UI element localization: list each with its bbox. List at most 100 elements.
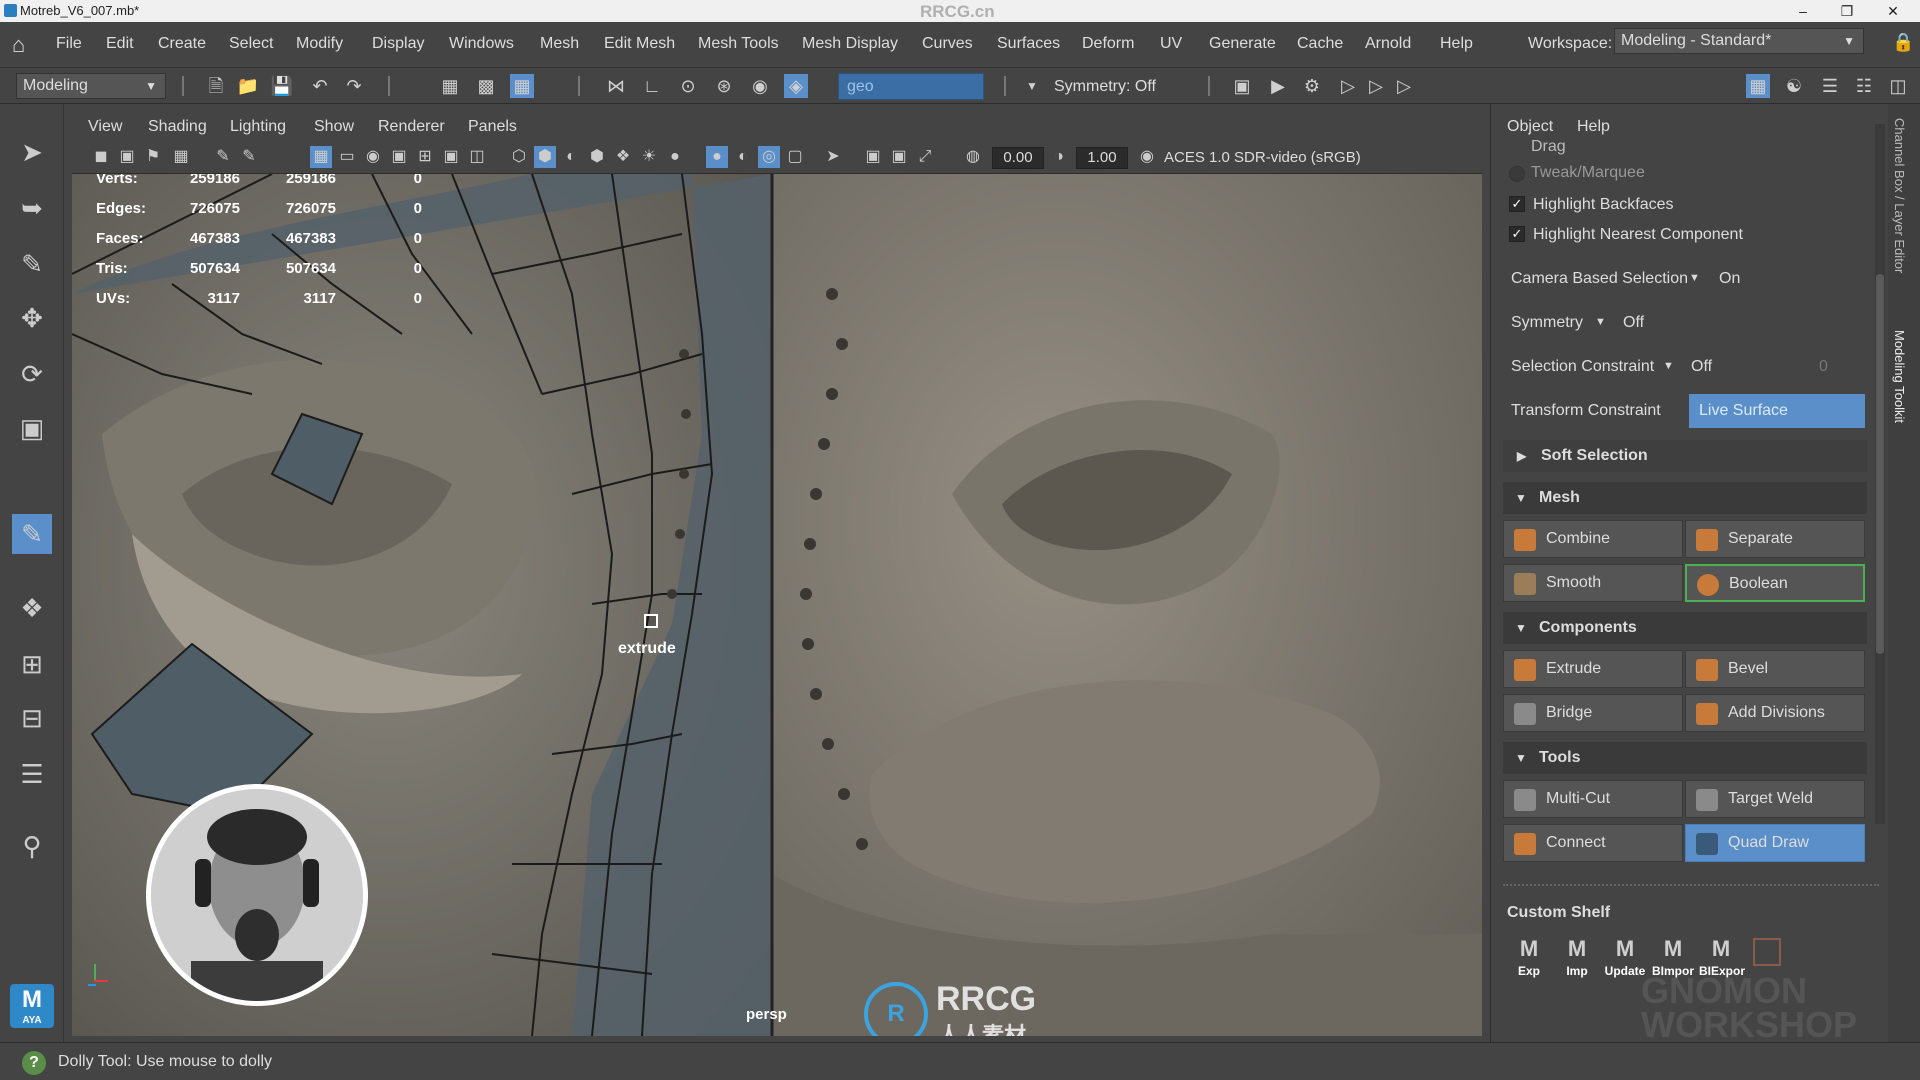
target-weld-button[interactable]: Target Weld bbox=[1685, 780, 1865, 818]
dolly-zoom-icon[interactable]: ⚲ bbox=[12, 826, 52, 866]
panel-menu-help[interactable]: Help bbox=[1577, 118, 1610, 136]
menu-file[interactable]: File bbox=[56, 35, 82, 53]
toggle-arrow-icon-3[interactable]: ▷ bbox=[1392, 74, 1416, 98]
toggle-arrow-icon-2[interactable]: ▷ bbox=[1364, 74, 1388, 98]
vp-menu-show[interactable]: Show bbox=[314, 118, 354, 136]
help-icon[interactable]: ? bbox=[22, 1051, 46, 1075]
marking-menu-hint[interactable]: extrude bbox=[618, 640, 676, 658]
chevron-down-icon[interactable]: ▼ bbox=[1689, 272, 1700, 284]
four-view-layout-icon[interactable]: ⊞ bbox=[12, 644, 52, 684]
input-line-field[interactable]: geo bbox=[838, 73, 984, 100]
save-scene-icon[interactable]: 💾 bbox=[270, 74, 294, 98]
resolution-gate-icon[interactable]: ◉ bbox=[362, 146, 384, 168]
restore-button[interactable]: ❐ bbox=[1830, 0, 1864, 22]
menu-cache[interactable]: Cache bbox=[1297, 35, 1343, 53]
gamma-icon[interactable]: ◑ bbox=[1048, 146, 1070, 168]
textured-icon[interactable]: ⬢ bbox=[586, 146, 608, 168]
snap-curve-icon[interactable]: ∟ bbox=[640, 74, 664, 98]
modeling-toolkit-tab[interactable]: Modeling Toolkit bbox=[1892, 330, 1907, 423]
drag-option[interactable]: Drag bbox=[1531, 138, 1566, 156]
highlight-backfaces-checkbox[interactable]: ✓ bbox=[1509, 196, 1525, 212]
snap-grid-icon[interactable]: ⋈ bbox=[604, 74, 628, 98]
select-tool-icon[interactable]: ➤ bbox=[12, 132, 52, 172]
scale-tool-icon[interactable]: ▣ bbox=[12, 408, 52, 448]
wireframe-icon[interactable]: ⬡ bbox=[508, 146, 530, 168]
bridge-button[interactable]: Bridge bbox=[1503, 694, 1683, 732]
two-view-layout-icon[interactable]: ⊟ bbox=[12, 698, 52, 738]
exposure-field[interactable]: 0.00 bbox=[992, 147, 1044, 169]
color-management-icon[interactable]: ◉ bbox=[1136, 146, 1158, 168]
frame-all-icon[interactable]: ⤢ bbox=[914, 146, 936, 168]
quad-draw-tool-icon[interactable]: ✎ bbox=[12, 514, 52, 554]
paint-select-icon[interactable]: ✎ bbox=[12, 244, 52, 284]
transform-constraint-dropdown[interactable]: Live Surface bbox=[1689, 394, 1865, 428]
chevron-down-icon[interactable]: ▼ bbox=[1663, 360, 1674, 372]
select-object-icon[interactable]: ▩ bbox=[474, 74, 498, 98]
symmetry-dropdown-icon[interactable]: ▼ bbox=[1020, 74, 1044, 98]
separate-button[interactable]: Separate bbox=[1685, 520, 1865, 558]
wireframe-on-shaded-icon[interactable]: ◐ bbox=[560, 146, 582, 168]
shelf-imp-button[interactable]: M Imp bbox=[1555, 936, 1599, 982]
vp-menu-lighting[interactable]: Lighting bbox=[230, 118, 286, 136]
extrude-button[interactable]: Extrude bbox=[1503, 650, 1683, 688]
safe-title-icon[interactable]: ◫ bbox=[466, 146, 488, 168]
components-section-header[interactable]: ▼ Components bbox=[1503, 612, 1867, 644]
isolate-select-icon[interactable]: ● bbox=[706, 146, 728, 168]
lasso-tool-icon[interactable]: ➥ bbox=[12, 188, 52, 228]
outliner-layout-icon[interactable]: ☰ bbox=[12, 754, 52, 794]
vp-menu-renderer[interactable]: Renderer bbox=[378, 118, 445, 136]
symmetry-status[interactable]: Symmetry: Off bbox=[1054, 78, 1156, 96]
quad-draw-button[interactable]: Quad Draw bbox=[1685, 824, 1865, 862]
menu-select[interactable]: Select bbox=[229, 35, 273, 53]
menu-surfaces[interactable]: Surfaces bbox=[997, 35, 1060, 53]
tweak-marquee-option[interactable]: Tweak/Marquee bbox=[1531, 164, 1645, 182]
snap-view-icon[interactable]: ⊛ bbox=[712, 74, 736, 98]
lock-icon[interactable]: 🔒 bbox=[1892, 32, 1914, 53]
new-scene-icon[interactable]: 🗎 bbox=[204, 74, 228, 98]
safe-action-icon[interactable]: ▣ bbox=[440, 146, 462, 168]
camera-attributes-icon[interactable]: ▣ bbox=[116, 146, 138, 168]
tool-settings-icon[interactable]: ☷ bbox=[1852, 74, 1876, 98]
single-perspective-icon[interactable]: ❖ bbox=[12, 588, 52, 628]
attribute-editor-icon[interactable]: ☰ bbox=[1818, 74, 1842, 98]
menu-help[interactable]: Help bbox=[1440, 35, 1473, 53]
radio-tweak[interactable] bbox=[1509, 166, 1525, 182]
snap-live-icon[interactable]: ◈ bbox=[784, 74, 808, 98]
ipr-render-icon[interactable]: ▶ bbox=[1266, 74, 1290, 98]
open-scene-icon[interactable]: 📁 bbox=[236, 74, 260, 98]
shelf-grid-icon[interactable] bbox=[1753, 938, 1781, 966]
xray-joints-icon[interactable]: ◎ bbox=[758, 146, 780, 168]
exposure-icon[interactable]: ◍ bbox=[962, 146, 984, 168]
xray-icon[interactable]: ◐ bbox=[732, 146, 754, 168]
menu-curves[interactable]: Curves bbox=[922, 35, 973, 53]
highlight-nearest-checkbox[interactable]: ✓ bbox=[1509, 226, 1525, 242]
select-component-icon[interactable]: ▦ bbox=[510, 74, 534, 98]
bookmarks-icon[interactable]: ⚑ bbox=[142, 146, 164, 168]
home-icon[interactable]: ⌂ bbox=[12, 32, 25, 58]
move-tool-icon[interactable]: ✥ bbox=[12, 298, 52, 338]
redo-icon[interactable]: ↷ bbox=[342, 74, 366, 98]
minimize-button[interactable]: – bbox=[1786, 0, 1820, 22]
shadows-icon[interactable]: ☀ bbox=[638, 146, 660, 168]
gamma-field[interactable]: 1.00 bbox=[1076, 147, 1128, 169]
snap-surface-icon[interactable]: ◉ bbox=[748, 74, 772, 98]
pen-icon[interactable]: ✎ bbox=[238, 146, 260, 168]
symmetry-value[interactable]: Off bbox=[1623, 314, 1644, 332]
selection-constraint-value[interactable]: Off bbox=[1691, 358, 1712, 376]
rotate-tool-icon[interactable]: ⟳ bbox=[12, 354, 52, 394]
bevel-button[interactable]: Bevel bbox=[1685, 650, 1865, 688]
select-hierarchy-icon[interactable]: ▦ bbox=[438, 74, 462, 98]
isolate-icon[interactable]: ▣ bbox=[888, 146, 910, 168]
view-transform-label[interactable]: ACES 1.0 SDR-video (sRGB) bbox=[1164, 149, 1361, 166]
ambient-occlusion-icon[interactable]: ● bbox=[664, 146, 686, 168]
smooth-button[interactable]: Smooth bbox=[1503, 564, 1683, 602]
undo-icon[interactable]: ↶ bbox=[308, 74, 332, 98]
snap-point-icon[interactable]: ⊙ bbox=[676, 74, 700, 98]
menu-uv[interactable]: UV bbox=[1160, 35, 1182, 53]
boolean-button[interactable]: Boolean bbox=[1685, 564, 1865, 602]
menu-create[interactable]: Create bbox=[158, 35, 206, 53]
menu-arnold[interactable]: Arnold bbox=[1365, 35, 1411, 53]
render-frame-icon[interactable]: ▣ bbox=[1230, 74, 1254, 98]
toggle-arrow-icon[interactable]: ▷ bbox=[1336, 74, 1360, 98]
camera-based-selection-value[interactable]: On bbox=[1719, 270, 1740, 288]
